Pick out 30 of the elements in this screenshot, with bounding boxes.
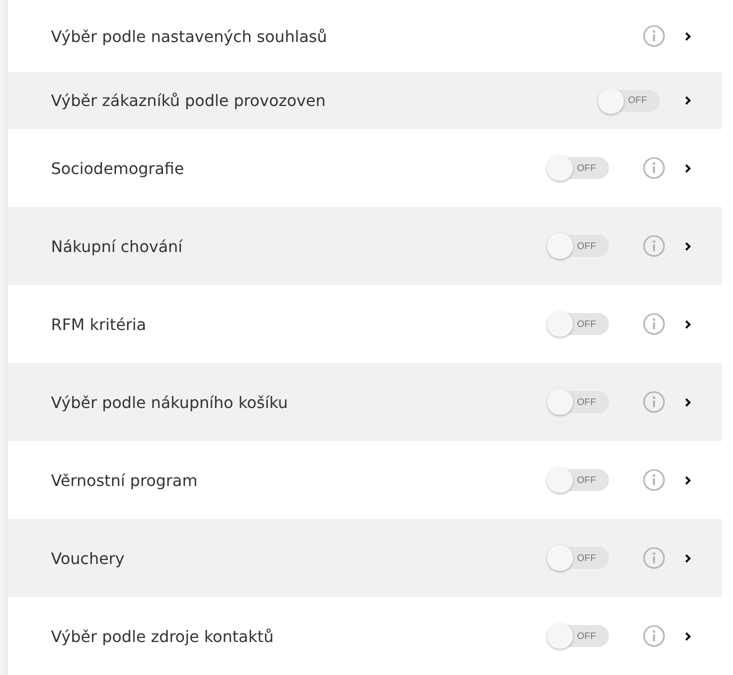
toggle-switch[interactable]: OFF xyxy=(547,233,609,259)
chevron-right-icon[interactable] xyxy=(685,398,691,406)
toggle-switch[interactable]: OFF xyxy=(598,88,660,114)
chevron-right-icon[interactable] xyxy=(685,96,691,105)
chevron-right-icon[interactable] xyxy=(685,320,691,328)
row-label: Výběr podle nastavených souhlasů xyxy=(51,26,328,46)
toggle-switch[interactable]: OFF xyxy=(547,467,609,493)
toggle-switch[interactable]: OFF xyxy=(547,389,609,415)
chevron-right-icon[interactable] xyxy=(685,242,691,250)
row-label: Výběr zákazníků podle provozoven xyxy=(51,91,326,110)
toggle-switch[interactable]: OFF xyxy=(547,545,609,571)
toggle-switch[interactable]: OFF xyxy=(547,155,609,181)
row-label: Vouchery xyxy=(51,548,125,568)
toggle-switch[interactable]: OFF xyxy=(547,623,609,649)
list-row[interactable]: Nákupní chování OFF xyxy=(8,207,722,285)
row-label: Věrnostní program xyxy=(51,470,198,490)
list-row[interactable]: Vouchery OFF xyxy=(8,519,722,597)
list-row[interactable]: Výběr zákazníků podle provozoven OFF xyxy=(8,72,722,129)
chevron-right-icon[interactable] xyxy=(685,164,691,172)
row-label: Výběr podle nákupního košíku xyxy=(51,392,288,412)
list-row[interactable]: Výběr podle nákupního košíku OFF xyxy=(8,363,722,441)
row-label: Sociodemografie xyxy=(51,158,184,178)
chevron-right-icon[interactable] xyxy=(685,476,691,484)
chevron-right-icon[interactable] xyxy=(685,554,691,562)
row-label: Výběr podle zdroje kontaktů xyxy=(51,626,274,646)
chevron-right-icon[interactable] xyxy=(685,32,691,40)
toggle-switch[interactable]: OFF xyxy=(547,311,609,337)
chevron-right-icon[interactable] xyxy=(685,632,691,640)
row-label: RFM kritéria xyxy=(51,314,146,334)
row-label: Nákupní chování xyxy=(51,236,182,256)
